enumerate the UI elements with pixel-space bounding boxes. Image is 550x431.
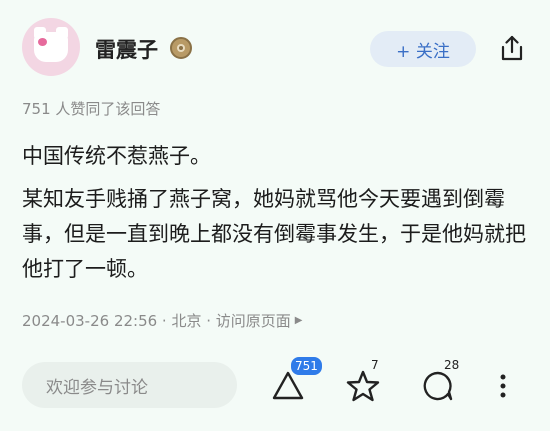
more-vertical-icon xyxy=(500,374,506,398)
user-avatar[interactable] xyxy=(22,18,80,76)
favorite-count: 7 xyxy=(371,358,379,372)
likes-summary: 751 人赞同了该回答 xyxy=(22,100,161,118)
answer-paragraph-2: 某知友手贱捅了燕子窝，她妈就骂他今天要遇到倒霉事，但是一直到晚上都没有倒霉事发生… xyxy=(22,187,526,281)
upvote-icon xyxy=(272,371,304,400)
play-triangle-icon: ▶ xyxy=(294,315,303,326)
answer-paragraph-1: 中国传统不惹燕子。 xyxy=(22,144,211,168)
share-icon[interactable] xyxy=(497,33,527,63)
answer-meta[interactable]: 2024-03-26 22:56 · 北京 · 访问原页面 ▶ xyxy=(22,310,302,331)
meta-text: 2024-03-26 22:56 · 北京 · 访问原页面 xyxy=(22,312,291,330)
follow-button[interactable]: + 关注 xyxy=(370,31,476,67)
star-icon xyxy=(346,370,380,402)
avatar-face xyxy=(34,32,68,62)
upvote-count-badge: 751 xyxy=(290,356,323,376)
medal-badge-icon xyxy=(170,37,192,59)
comment-button[interactable] xyxy=(418,366,458,406)
comment-placeholder: 欢迎参与讨论 xyxy=(46,377,148,398)
more-button[interactable] xyxy=(496,366,510,406)
answer-header: 雷震子 + 关注 xyxy=(0,0,550,90)
favorite-button[interactable] xyxy=(343,366,383,406)
comment-bubble-icon xyxy=(423,371,453,401)
comment-input[interactable]: 欢迎参与讨论 xyxy=(22,362,237,408)
follow-label: + 关注 xyxy=(396,41,450,62)
author-name[interactable]: 雷震子 xyxy=(95,34,158,64)
comment-count: 28 xyxy=(444,358,460,372)
avatar-bow xyxy=(38,38,47,46)
